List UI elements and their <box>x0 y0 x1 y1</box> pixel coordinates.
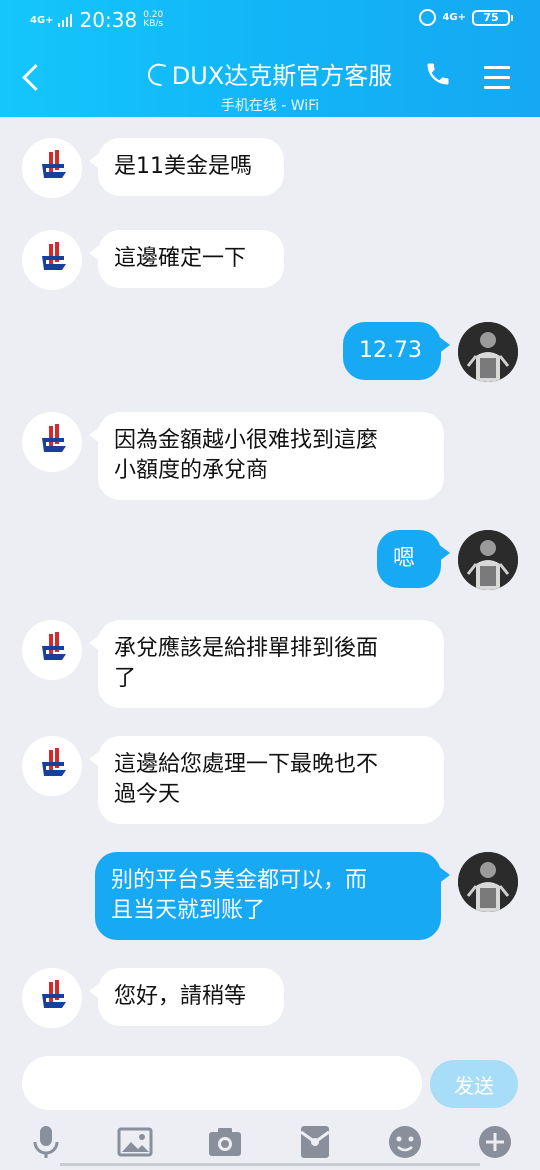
agent-avatar[interactable] <box>22 968 82 1028</box>
network-indicator: 4G+ <box>30 14 54 26</box>
image-icon[interactable] <box>115 1122 155 1162</box>
chat-title-area[interactable]: DUX达克斯官方客服 手机在线 - WiFi <box>120 56 420 115</box>
agent-avatar[interactable] <box>22 230 82 290</box>
battery-icon: 75 <box>472 9 513 26</box>
chat-header: 4G+ 20:38 0.20 KB/s 4G+ 75 DUX达克斯官方客服 手机在… <box>0 0 540 117</box>
message-bubble[interactable]: 嗯 <box>377 530 450 588</box>
agent-avatar[interactable] <box>22 736 82 796</box>
status-bar: 4G+ 20:38 0.20 KB/s 4G+ 75 <box>0 0 540 40</box>
message-bubble[interactable]: 這邊確定一下 <box>89 230 284 288</box>
page-title: DUX达克斯官方客服 <box>171 62 393 90</box>
back-button[interactable] <box>18 58 48 98</box>
message-text: 過今天 <box>114 782 181 807</box>
input-area: 发送 <box>0 1042 540 1170</box>
online-status: 手机在线 - WiFi <box>220 98 320 114</box>
message-text: 因為金額越小很难找到這麼 <box>114 428 379 453</box>
message-text: 嗯 <box>393 546 416 571</box>
phone-icon <box>427 63 449 85</box>
message-text: 了 <box>114 666 137 691</box>
message-text: 這邊確定一下 <box>114 246 247 271</box>
message-bubble[interactable]: 承兌應該是給排單排到後面了 <box>89 620 444 708</box>
more-menu-button[interactable] <box>480 62 516 98</box>
message-text: 您好，請稍等 <box>114 984 247 1009</box>
message-text: 這邊給您處理一下最晚也不 <box>114 752 379 777</box>
message-bubble[interactable]: 12.73 <box>343 322 450 380</box>
user-avatar[interactable] <box>458 852 518 912</box>
hamburger-menu-icon <box>480 66 516 89</box>
clock: 20:38 <box>79 8 138 32</box>
alarm-icon <box>419 9 437 26</box>
send-button[interactable]: 发送 <box>430 1060 518 1108</box>
emoji-icon[interactable] <box>385 1122 425 1162</box>
network-speed: 0.20 KB/s <box>143 10 164 29</box>
message-bubble[interactable]: 您好，請稍等 <box>89 968 284 1026</box>
ear-icon <box>145 61 166 86</box>
camera-icon[interactable] <box>205 1122 245 1162</box>
plus-icon[interactable] <box>475 1122 515 1162</box>
message-text: 别的平台5美金都可以，而 <box>111 868 367 893</box>
input-toolbar <box>0 1120 540 1164</box>
message-text: 小額度的承兌商 <box>114 458 269 483</box>
message-text: 承兌應該是給排單排到後面 <box>114 636 379 661</box>
nav-bar: DUX达克斯官方客服 手机在线 - WiFi <box>0 48 540 114</box>
message-bubble[interactable]: 别的平台5美金都可以，而 且当天就到账了 <box>95 852 450 940</box>
user-avatar[interactable] <box>458 530 518 590</box>
microphone-icon[interactable] <box>26 1122 66 1162</box>
signal-icon <box>57 13 72 27</box>
message-text: 且当天就到账了 <box>111 898 266 923</box>
agent-avatar[interactable] <box>22 620 82 680</box>
network-indicator-right: 4G+ <box>442 12 466 23</box>
message-bubble[interactable]: 是11美金是嗎 <box>89 138 284 196</box>
message-bubble[interactable]: 這邊給您處理一下最晚也不 過今天 <box>89 736 444 824</box>
message-bubble[interactable]: 因為金額越小很难找到這麼 小額度的承兌商 <box>89 412 444 500</box>
home-indicator <box>60 1163 480 1166</box>
red-packet-icon[interactable] <box>295 1122 335 1162</box>
agent-avatar[interactable] <box>22 412 82 472</box>
message-text: 12.73 <box>359 338 422 363</box>
call-button[interactable] <box>424 60 464 100</box>
user-avatar[interactable] <box>458 322 518 382</box>
agent-avatar[interactable] <box>22 138 82 198</box>
message-input[interactable] <box>22 1056 422 1110</box>
message-text: 是11美金是嗎 <box>114 154 252 179</box>
